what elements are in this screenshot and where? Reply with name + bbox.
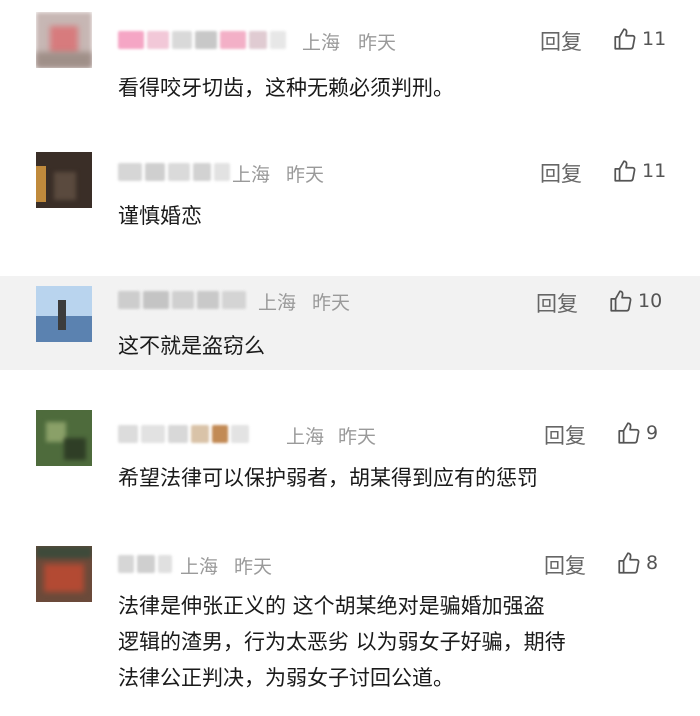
time-label: 昨天 bbox=[312, 292, 351, 314]
thumbs-up-icon bbox=[614, 160, 636, 182]
comment-item: 上海 昨天 回复 9 希望法律可以保护弱者，胡某得到应有的惩罚 bbox=[0, 370, 700, 530]
username-blurred[interactable] bbox=[118, 552, 172, 576]
like-count: 10 bbox=[638, 290, 663, 312]
location-label: 上海 bbox=[180, 556, 219, 578]
time-label: 昨天 bbox=[234, 556, 273, 578]
like-button[interactable]: 11 bbox=[612, 26, 666, 52]
thumbs-up-icon bbox=[618, 422, 640, 444]
reply-button[interactable]: 回复 bbox=[536, 288, 578, 318]
comment-item: 上海 昨天 回复 11 谨慎婚恋 bbox=[0, 140, 700, 276]
reply-button[interactable]: 回复 bbox=[544, 420, 586, 450]
avatar[interactable] bbox=[36, 12, 92, 68]
comment-text: 看得咬牙切齿，这种无赖必须判刑。 bbox=[118, 76, 454, 100]
like-button[interactable]: 11 bbox=[612, 158, 666, 184]
thumbs-up-icon bbox=[610, 290, 632, 312]
comment-item: 上海 昨天 回复 8 法律是伸张正义的 这个胡某绝对是骗婚加强盗 逻辑的渣男，行… bbox=[0, 530, 700, 716]
reply-button[interactable]: 回复 bbox=[544, 550, 586, 580]
like-count: 11 bbox=[642, 160, 667, 182]
avatar[interactable] bbox=[36, 410, 92, 466]
like-count: 11 bbox=[642, 28, 667, 50]
like-count: 8 bbox=[646, 552, 659, 574]
location-label: 上海 bbox=[286, 426, 325, 448]
avatar[interactable] bbox=[36, 152, 92, 208]
like-button[interactable]: 10 bbox=[608, 288, 662, 314]
thumbs-up-icon bbox=[614, 28, 636, 50]
username-blurred[interactable] bbox=[118, 422, 249, 446]
reply-button[interactable]: 回复 bbox=[540, 26, 582, 56]
comment-item: 上海 昨天 回复 11 看得咬牙切齿，这种无赖必须判刑。 bbox=[0, 0, 700, 140]
like-count: 9 bbox=[646, 422, 659, 444]
comment-text: 这不就是盗窃么 bbox=[118, 334, 265, 358]
location-label: 上海 bbox=[302, 32, 341, 54]
thumbs-up-icon bbox=[618, 552, 640, 574]
username-blurred[interactable] bbox=[118, 160, 230, 184]
username-blurred[interactable] bbox=[118, 28, 286, 52]
username-blurred[interactable] bbox=[118, 288, 246, 312]
time-label: 昨天 bbox=[338, 426, 377, 448]
comment-text: 谨慎婚恋 bbox=[118, 204, 202, 228]
location-label: 上海 bbox=[232, 164, 271, 186]
comment-text: 希望法律可以保护弱者，胡某得到应有的惩罚 bbox=[118, 466, 538, 490]
avatar[interactable] bbox=[36, 546, 92, 602]
comment-text: 法律是伸张正义的 这个胡某绝对是骗婚加强盗 逻辑的渣男，行为太恶劣 以为弱女子好… bbox=[118, 594, 566, 690]
like-button[interactable]: 9 bbox=[616, 420, 658, 446]
like-button[interactable]: 8 bbox=[616, 550, 658, 576]
time-label: 昨天 bbox=[358, 32, 397, 54]
reply-button[interactable]: 回复 bbox=[540, 158, 582, 188]
comment-item-highlighted: 上海 昨天 回复 10 这不就是盗窃么 bbox=[0, 276, 700, 370]
avatar[interactable] bbox=[36, 286, 92, 342]
time-label: 昨天 bbox=[286, 164, 325, 186]
location-label: 上海 bbox=[258, 292, 297, 314]
